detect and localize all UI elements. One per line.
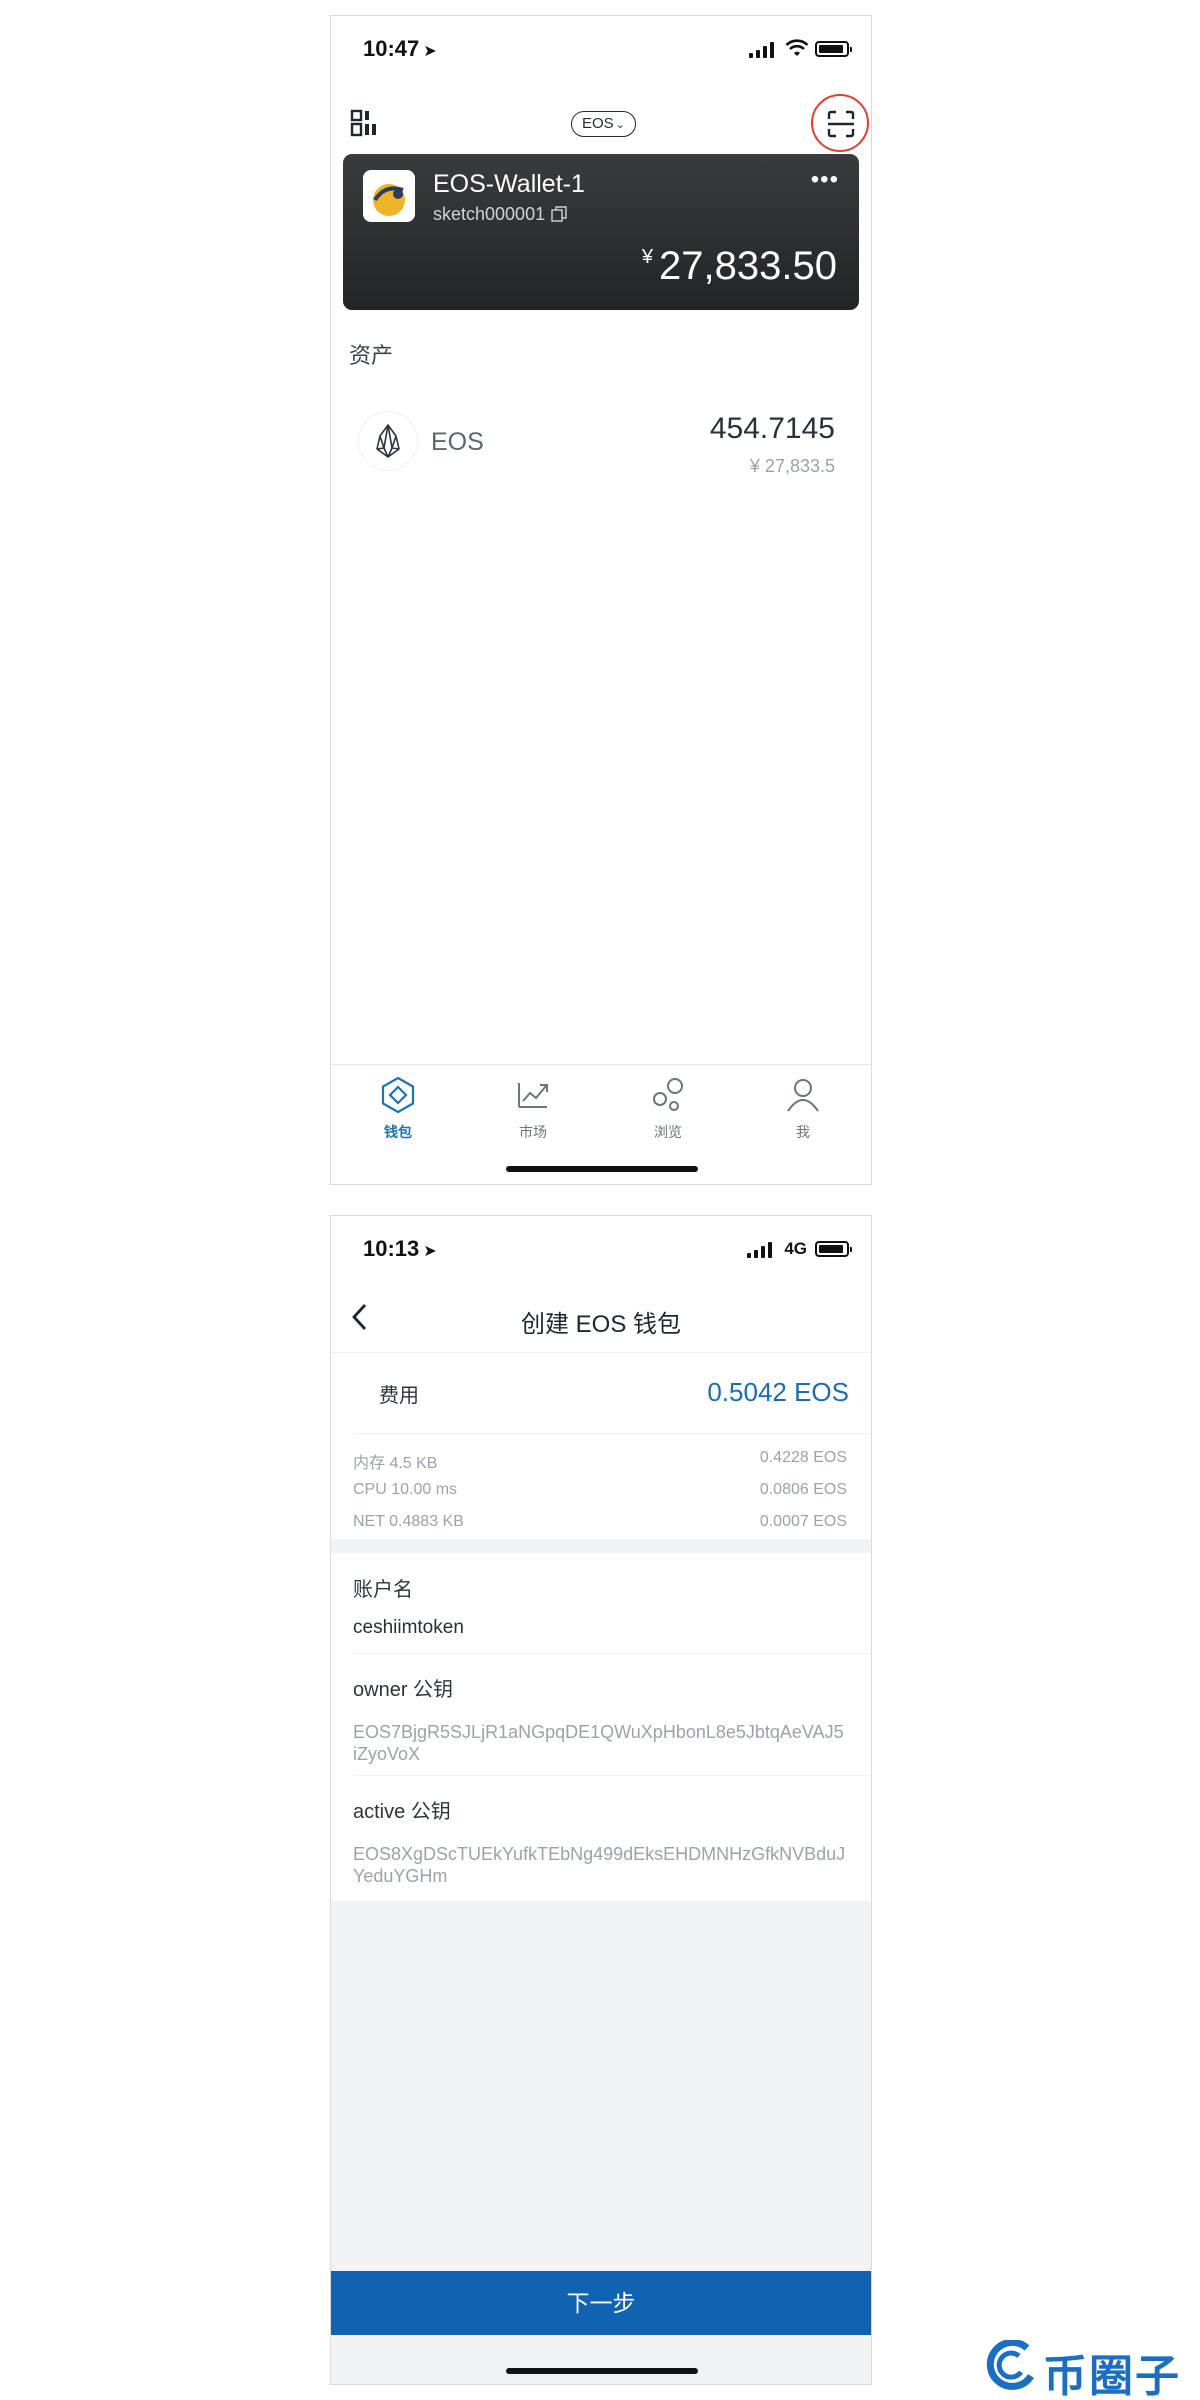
bottom-tab-bar: 钱包 市场 浏览 我 (331, 1064, 871, 1184)
asset-fiat-value: ¥ 27,833.5 (749, 456, 835, 476)
active-key-value: EOS8XgDScTUEkYufkTEbNg499dEksEHDMNHzGfkN… (353, 1844, 846, 1886)
wallet-name: EOS-Wallet-1 (433, 170, 585, 198)
divider (353, 1775, 871, 1776)
scan-button[interactable] (811, 94, 869, 152)
chevron-down-icon: ⌄ (615, 119, 625, 131)
qr-code-icon[interactable] (349, 108, 379, 138)
tab-profile[interactable]: 我 (753, 1075, 853, 1142)
asset-symbol: EOS (431, 428, 484, 456)
wallet-topbar: EOS ⌄ (331, 94, 871, 152)
location-arrow-icon: ➤ (423, 1243, 437, 1260)
wallet-avatar-icon (373, 184, 405, 216)
wallet-account: sketch000001 (433, 204, 567, 225)
tab-wallet-label: 钱包 (384, 1124, 412, 1140)
home-indicator (506, 1166, 698, 1172)
wallet-card[interactable]: EOS-Wallet-1 sketch000001 ••• ¥27,833.50 (343, 154, 859, 310)
status-time: 10:47 ➤ (363, 36, 437, 61)
battery-icon (815, 1241, 852, 1257)
network-type: 4G (784, 1239, 807, 1258)
wallet-hexagon-icon (381, 1076, 415, 1114)
account-name-label: 账户名 (353, 1579, 413, 1601)
market-chart-icon (518, 1083, 548, 1108)
status-time: 10:13 ➤ (363, 1236, 437, 1261)
scan-icon (827, 110, 855, 138)
wallet-avatar (363, 170, 415, 222)
tab-browse[interactable]: 浏览 (618, 1075, 718, 1142)
navigation-bar: 创建 EOS 钱包 (331, 1282, 871, 1352)
tab-market-label: 市场 (519, 1124, 547, 1140)
divider (353, 1433, 871, 1434)
fee-section: 费用 0.5042 EOS 内存 4.5 KB 0.4228 EOS CPU 10… (331, 1352, 871, 1539)
eos-logo-icon (359, 412, 417, 470)
account-info-section: 账户名 ceshiimtoken owner 公钥 EOS7BjgR5SJLjR… (331, 1553, 871, 1901)
create-eos-wallet-screen: 10:13 ➤ 4G 创建 EOS 钱包 费用 0.5042 EOS 内存 4.5… (330, 1215, 872, 2385)
profile-icon (787, 1079, 819, 1112)
tab-profile-label: 我 (796, 1124, 810, 1140)
tab-market[interactable]: 市场 (483, 1075, 583, 1142)
location-arrow-icon: ➤ (423, 43, 437, 60)
owner-key-value: EOS7BjgR5SJLjR1aNGpqDE1QWuXpHbonL8e5Jbtq… (353, 1722, 844, 1764)
chain-selector[interactable]: EOS ⌄ (571, 111, 636, 137)
status-bar: 10:13 ➤ 4G (331, 1216, 871, 1282)
wifi-icon (785, 39, 809, 56)
fee-item-ram: 内存 4.5 KB 0.4228 EOS (353, 1449, 847, 1472)
wallet-balance: ¥27,833.50 (641, 244, 837, 288)
active-key-label: active 公钥 (353, 1801, 451, 1823)
fee-item-cpu: CPU 10.00 ms 0.0806 EOS (353, 1481, 847, 1498)
asset-row-eos[interactable]: EOS 454.7145 ¥ 27,833.5 (331, 398, 871, 498)
account-name-value: ceshiimtoken (353, 1617, 464, 1638)
more-icon[interactable]: ••• (811, 168, 839, 192)
browse-bubbles-icon (653, 1078, 683, 1111)
fee-total: 0.5042 EOS (707, 1377, 849, 1407)
next-step-button[interactable]: 下一步 (331, 2271, 871, 2335)
watermark-text: 币圈子 (1043, 2352, 1181, 2400)
tab-wallet[interactable]: 钱包 (348, 1075, 448, 1142)
fee-item-net: NET 0.4883 KB 0.0007 EOS (353, 1513, 847, 1530)
fee-label: 费用 (379, 1385, 419, 1407)
status-bar: 10:47 ➤ (331, 16, 871, 82)
cellular-signal-icon (749, 42, 775, 58)
wallet-home-screen: 10:47 ➤ EOS ⌄ EOS-Wallet-1 sketch000001 … (330, 15, 872, 1185)
page-title: 创建 EOS 钱包 (520, 1311, 682, 1338)
owner-key-label: owner 公钥 (353, 1679, 454, 1701)
assets-section-title: 资产 (349, 343, 394, 368)
battery-icon (815, 41, 852, 57)
watermark-logo-icon (986, 2340, 1034, 2390)
section-gap (331, 1539, 871, 1553)
tab-browse-label: 浏览 (654, 1124, 682, 1140)
asset-amount: 454.7145 (709, 412, 835, 445)
cellular-signal-icon (747, 1242, 773, 1258)
copy-icon[interactable] (551, 206, 567, 222)
home-indicator (506, 2368, 698, 2374)
watermark: 币圈子 (985, 2336, 1185, 2400)
divider (353, 1653, 871, 1654)
